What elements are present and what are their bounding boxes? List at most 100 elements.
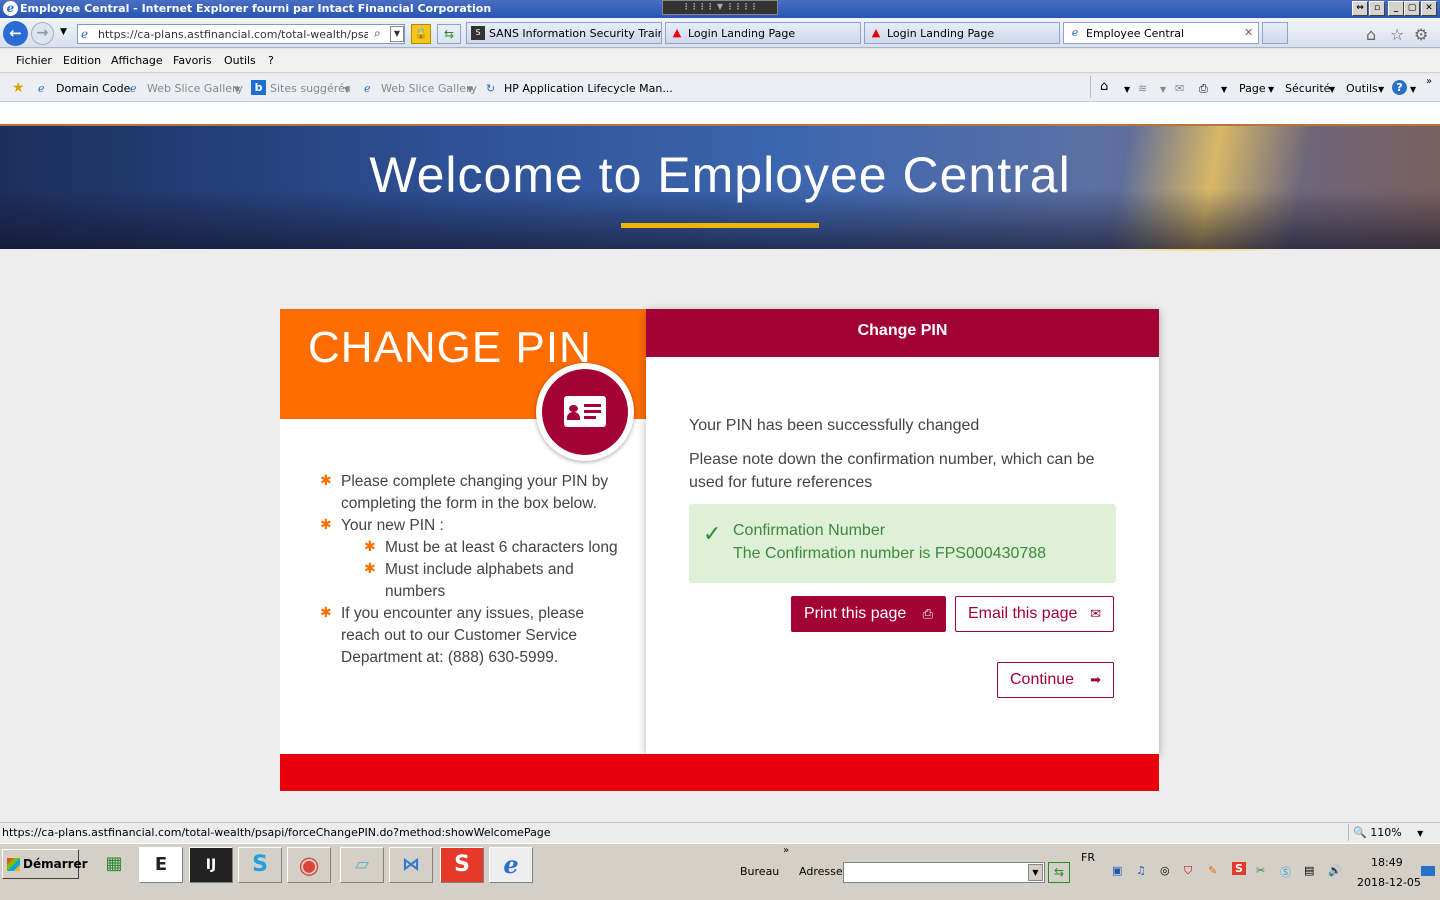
history-dropdown-icon[interactable]: ▼ bbox=[60, 27, 67, 37]
intellij-icon[interactable]: IJ bbox=[189, 847, 233, 883]
page-icon: ℯ bbox=[81, 27, 89, 41]
skype-tray-icon[interactable]: Ⓢ bbox=[1280, 864, 1291, 880]
snagit-icon[interactable]: S bbox=[440, 847, 484, 883]
close-button[interactable]: ✕ bbox=[1421, 1, 1437, 16]
menu-fichier[interactable]: Fichier bbox=[16, 54, 52, 67]
bullet-icon: ✱ bbox=[320, 517, 332, 533]
confirmation-note: Please note down the confirmation number… bbox=[689, 451, 1095, 491]
clock-date[interactable]: 2018-12-05 bbox=[1357, 876, 1421, 889]
address-dropdown-icon[interactable]: ▼ bbox=[390, 26, 404, 42]
tools-tray-icon[interactable]: ✂ bbox=[1256, 864, 1265, 877]
email-page-button[interactable]: Email this page ✉ bbox=[955, 596, 1114, 632]
vscode-icon[interactable]: ⋈ bbox=[389, 847, 433, 883]
maximize-button[interactable]: ▢ bbox=[1404, 1, 1420, 16]
notebook-app-icon[interactable]: ▱ bbox=[340, 847, 384, 883]
menu-outils[interactable]: Outils bbox=[224, 54, 256, 67]
tab-sans[interactable]: S SANS Information Security Train... bbox=[466, 22, 662, 44]
minimize-button[interactable]: _ bbox=[1388, 1, 1404, 16]
close-tab-icon[interactable]: ✕ bbox=[1244, 26, 1253, 39]
show-desktop-icon[interactable] bbox=[1421, 866, 1435, 876]
chevron-down-icon[interactable]: ▼ bbox=[1268, 85, 1274, 94]
sync-icon[interactable]: ◎ bbox=[1160, 864, 1170, 877]
fav-domain-code[interactable]: Domain Code bbox=[56, 82, 130, 95]
zoom-control[interactable]: 🔍 110% ▼ bbox=[1348, 824, 1428, 841]
bureau-toolbar[interactable]: Bureau bbox=[740, 865, 779, 878]
fav-hp-alm[interactable]: HP Application Lifecycle Man... bbox=[504, 82, 673, 95]
favorites-star-icon[interactable]: ☆ bbox=[1390, 25, 1404, 44]
id-card-icon bbox=[564, 396, 606, 427]
chevron-down-icon[interactable]: ▼ bbox=[1028, 864, 1043, 881]
chevron-down-icon[interactable]: ▼ bbox=[1124, 85, 1130, 94]
start-button[interactable]: Démarrer bbox=[2, 849, 88, 879]
back-icon[interactable]: ← bbox=[3, 21, 28, 46]
editor-app-icon[interactable]: E bbox=[139, 847, 183, 883]
help-icon[interactable]: ? bbox=[1392, 80, 1407, 95]
search-icon[interactable]: ⌕ bbox=[374, 26, 388, 41]
chrome-icon[interactable]: ◉ bbox=[287, 847, 331, 883]
confirmation-title: Confirmation Number bbox=[733, 522, 886, 539]
toolbar-overflow-icon[interactable]: » bbox=[1426, 76, 1432, 87]
chevron-down-icon[interactable]: ▼ bbox=[1329, 85, 1335, 94]
home-icon[interactable]: ⌂ bbox=[1366, 25, 1376, 44]
home-icon[interactable]: ⌂ bbox=[1100, 79, 1108, 94]
snagit-tray-icon[interactable]: S bbox=[1232, 862, 1246, 875]
chevron-down-icon[interactable]: ▼ bbox=[1410, 85, 1416, 94]
restore-remote-icon[interactable]: ↔ bbox=[1352, 1, 1368, 16]
remote-session-pad[interactable]: ⋮⋮⋮⋮ ▼ ⋮⋮⋮⋮ bbox=[662, 0, 778, 15]
fav-web-slice-gallery-2[interactable]: Web Slice Gallery bbox=[381, 82, 477, 95]
menu-favoris[interactable]: Favoris bbox=[173, 54, 212, 67]
new-tab-button[interactable] bbox=[1262, 22, 1288, 44]
cmd-outils[interactable]: Outils bbox=[1346, 82, 1378, 95]
skype-icon[interactable]: S bbox=[238, 847, 282, 883]
clock-time[interactable]: 18:49 bbox=[1371, 856, 1403, 869]
cmd-securite[interactable]: Sécurité bbox=[1285, 82, 1330, 95]
chevron-down-icon[interactable]: ▼ bbox=[1160, 85, 1166, 94]
tab-label: Login Landing Page bbox=[887, 27, 995, 40]
updater-icon[interactable]: ✎ bbox=[1208, 864, 1217, 877]
network-icon[interactable]: ▣ bbox=[1112, 864, 1122, 877]
tab-login-landing-1[interactable]: ▲ Login Landing Page bbox=[665, 22, 861, 44]
address-url: https://ca-plans.astfinancial.com/total-… bbox=[98, 28, 368, 41]
arrow-right-icon: ➡ bbox=[1090, 672, 1101, 687]
ie-page-icon: ℯ bbox=[364, 82, 371, 95]
chevron-down-icon[interactable]: ▼ bbox=[344, 85, 350, 94]
mail-icon[interactable]: ✉ bbox=[1175, 82, 1184, 95]
display-tray-icon[interactable]: ▤ bbox=[1304, 864, 1314, 877]
media-icon[interactable]: ♫ bbox=[1136, 864, 1146, 877]
language-indicator[interactable]: FR bbox=[1081, 851, 1095, 864]
settings-gear-icon[interactable]: ⚙ bbox=[1414, 25, 1428, 44]
chevron-down-icon[interactable]: ▼ bbox=[1221, 85, 1227, 94]
menu-help[interactable]: ? bbox=[268, 54, 274, 67]
page-top-strip bbox=[0, 102, 1440, 124]
toolbar-overflow-icon[interactable]: » bbox=[783, 845, 789, 856]
menu-affichage[interactable]: Affichage bbox=[111, 54, 163, 67]
envelope-icon: ✉ bbox=[1090, 606, 1101, 621]
refresh-icon[interactable]: ⇆ bbox=[437, 24, 461, 44]
favorites-star-icon[interactable]: ★ bbox=[12, 80, 25, 96]
print-icon[interactable]: ⎙ bbox=[1199, 82, 1208, 96]
window-title: Employee Central - Internet Explorer fou… bbox=[20, 2, 492, 15]
go-icon[interactable]: ⇆ bbox=[1048, 862, 1070, 883]
tab-login-landing-2[interactable]: ▲ Login Landing Page bbox=[864, 22, 1060, 44]
lock-icon[interactable]: 🔒 bbox=[411, 24, 431, 44]
print-page-button[interactable]: Print this page ⎙ bbox=[791, 596, 946, 632]
cmd-page[interactable]: Page bbox=[1239, 82, 1266, 95]
address-field[interactable]: ℯ https://ca-plans.astfinancial.com/tota… bbox=[77, 24, 405, 44]
antivirus-shield-icon[interactable]: ⛉ bbox=[1184, 864, 1192, 878]
rss-feed-icon[interactable]: ≋ bbox=[1138, 82, 1147, 95]
fav-sites-suggeres[interactable]: Sites suggérés bbox=[270, 82, 351, 95]
fav-web-slice-gallery[interactable]: Web Slice Gallery bbox=[147, 82, 243, 95]
volume-icon[interactable]: 🔊 bbox=[1328, 864, 1342, 877]
window-mode-icon[interactable]: ▫ bbox=[1369, 1, 1385, 16]
chevron-down-icon[interactable]: ▼ bbox=[467, 85, 473, 94]
continue-button[interactable]: Continue ➡ bbox=[997, 662, 1114, 698]
tab-employee-central[interactable]: ℯ Employee Central ✕ bbox=[1063, 22, 1259, 44]
forward-icon[interactable]: → bbox=[31, 22, 54, 45]
printer-icon: ⎙ bbox=[922, 606, 933, 621]
ie-taskbar-icon[interactable]: ℯ bbox=[489, 847, 533, 883]
chevron-down-icon[interactable]: ▼ bbox=[1378, 85, 1384, 94]
chevron-down-icon[interactable]: ▼ bbox=[234, 85, 240, 94]
menu-edition[interactable]: Edition bbox=[63, 54, 101, 67]
taskbar-address-input[interactable]: ▼ bbox=[843, 862, 1045, 883]
task-manager-icon[interactable]: ▦ bbox=[92, 847, 136, 883]
